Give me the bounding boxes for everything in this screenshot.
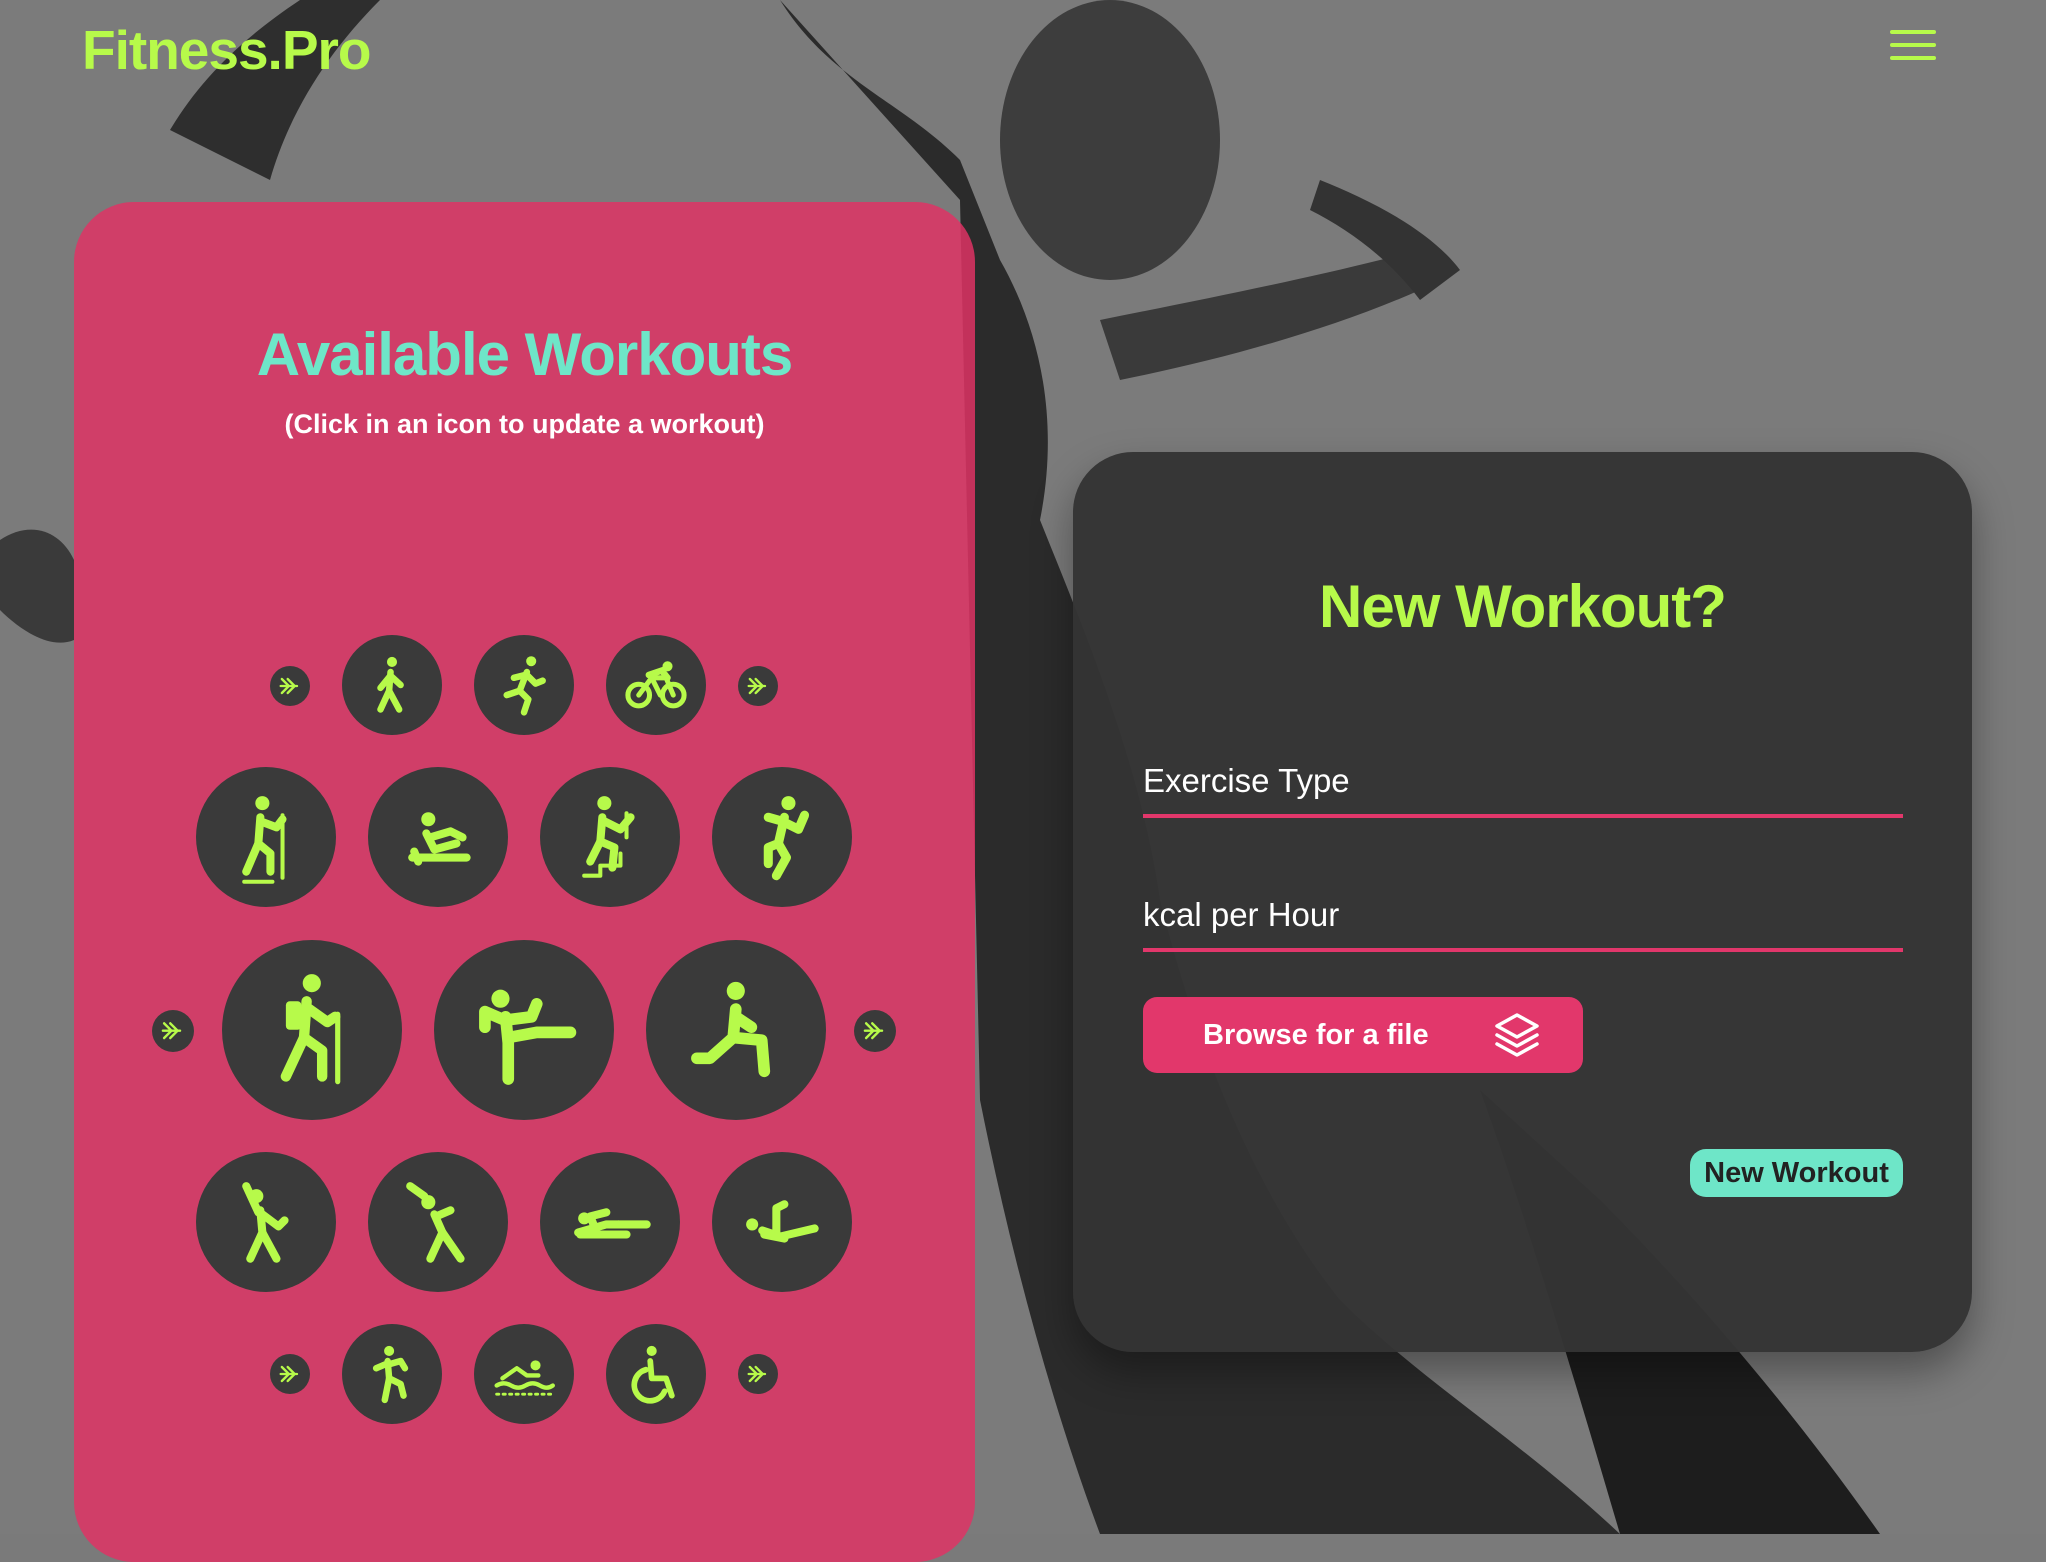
scroll-left-arrow-icon[interactable] bbox=[270, 1354, 310, 1394]
scroll-right-arrow-icon[interactable] bbox=[854, 1010, 896, 1052]
workouts-title: Available Workouts bbox=[256, 321, 793, 388]
browse-file-label: Browse for a file bbox=[1203, 1018, 1429, 1051]
pilates-icon[interactable] bbox=[712, 1152, 852, 1292]
nordic-walking-icon[interactable] bbox=[196, 767, 336, 907]
exercise-type-field bbox=[1143, 762, 1903, 818]
martial-arts-icon[interactable] bbox=[434, 940, 614, 1120]
floor-exercise-icon[interactable] bbox=[540, 1152, 680, 1292]
menu-line bbox=[1890, 30, 1936, 34]
kickboxing-icon[interactable] bbox=[342, 1324, 442, 1424]
yoga-icon[interactable] bbox=[368, 1152, 508, 1292]
scroll-right-arrow-icon[interactable] bbox=[738, 666, 778, 706]
wheelchair-icon[interactable] bbox=[606, 1324, 706, 1424]
workouts-subtitle: (Click in an icon to update a workout) bbox=[284, 409, 765, 439]
menu-line bbox=[1890, 43, 1936, 47]
stretching-icon[interactable] bbox=[646, 940, 826, 1120]
new-workout-title: New Workout? bbox=[1319, 573, 1727, 640]
kcal-per-hour-input[interactable] bbox=[1143, 896, 1903, 952]
new-workout-button[interactable]: New Workout bbox=[1690, 1149, 1903, 1197]
menu-line bbox=[1890, 56, 1936, 60]
scroll-right-arrow-icon[interactable] bbox=[738, 1354, 778, 1394]
dance-icon[interactable] bbox=[712, 767, 852, 907]
available-workouts-panel: Available Workouts (Click in an icon to … bbox=[74, 202, 975, 1562]
swimming-icon[interactable] bbox=[474, 1324, 574, 1424]
layers-icon bbox=[1493, 1012, 1541, 1058]
kcal-field bbox=[1143, 896, 1903, 952]
brand-logo[interactable]: Fitness.Pro bbox=[82, 18, 372, 82]
aerobics-icon[interactable] bbox=[196, 1152, 336, 1292]
new-workout-panel: New Workout? Browse for a file New Worko… bbox=[1073, 452, 1972, 1352]
hamburger-menu-icon[interactable] bbox=[1890, 30, 1936, 72]
browse-file-button[interactable]: Browse for a file bbox=[1143, 997, 1583, 1073]
cycling-icon[interactable] bbox=[606, 635, 706, 735]
rowing-icon[interactable] bbox=[368, 767, 508, 907]
scroll-left-arrow-icon[interactable] bbox=[270, 666, 310, 706]
walking-icon[interactable] bbox=[342, 635, 442, 735]
running-icon[interactable] bbox=[474, 635, 574, 735]
stair-climbing-icon[interactable] bbox=[540, 767, 680, 907]
scroll-left-arrow-icon[interactable] bbox=[152, 1010, 194, 1052]
exercise-type-input[interactable] bbox=[1143, 762, 1903, 818]
hiking-icon[interactable] bbox=[222, 940, 402, 1120]
